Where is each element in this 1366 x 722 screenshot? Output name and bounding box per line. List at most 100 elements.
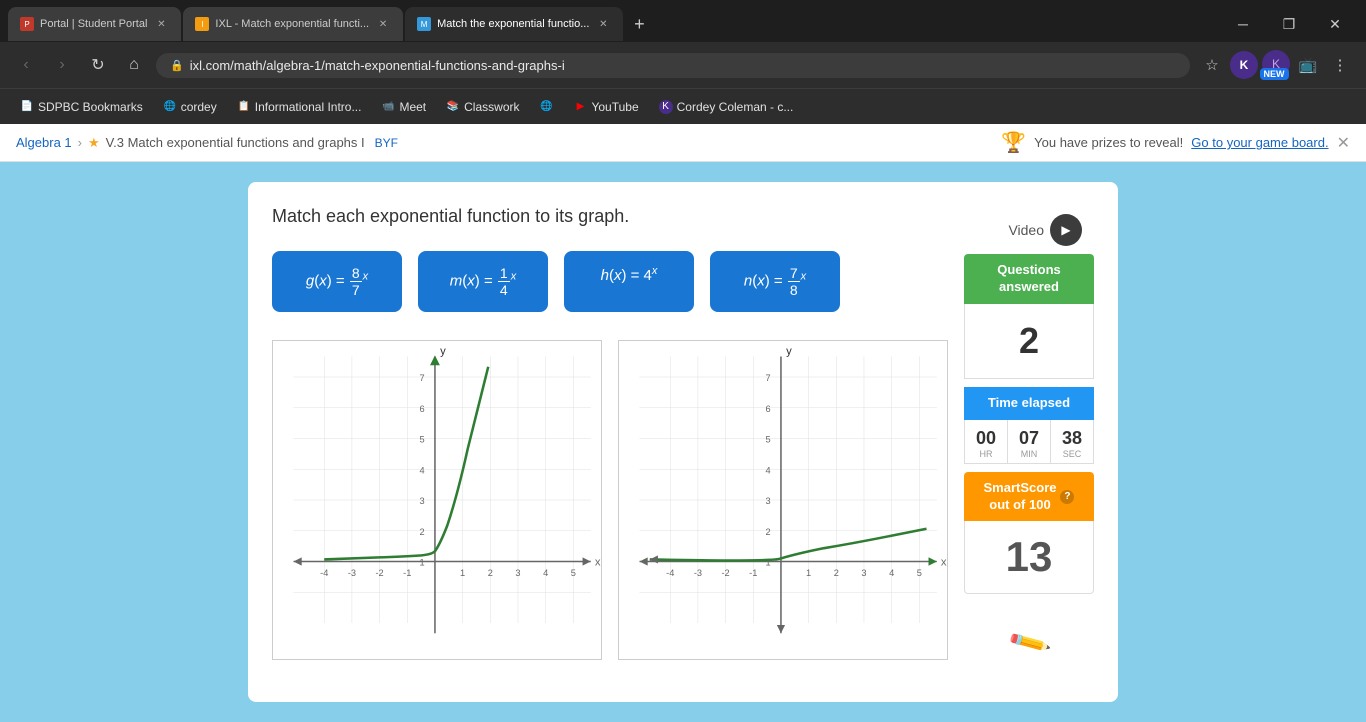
bookmark-star[interactable]: ☆ (1198, 51, 1226, 79)
prize-notice: 🏆 You have prizes to reveal! Go to your … (1001, 130, 1350, 155)
prize-close-button[interactable]: ✕ (1337, 133, 1350, 153)
smart-score-box: SmartScore out of 100 ? (964, 472, 1094, 522)
bookmark-globe[interactable]: 🌐 (531, 97, 561, 117)
forward-button[interactable]: › (48, 51, 76, 79)
function-card-n[interactable]: n(x) = 78x (710, 251, 840, 312)
svg-text:7: 7 (766, 373, 771, 383)
browser-chrome: P Portal | Student Portal ✕ I IXL - Matc… (0, 0, 1366, 124)
refresh-button[interactable]: ↻ (84, 51, 112, 79)
smart-score-label: SmartScore out of 100 (984, 480, 1057, 514)
window-controls: ─ ❐ ✕ (1220, 7, 1358, 41)
new-tab-button[interactable]: + (625, 10, 653, 38)
tab-portal[interactable]: P Portal | Student Portal ✕ (8, 7, 181, 41)
bookmark-sdpbc[interactable]: 📄 SDPBC Bookmarks (12, 97, 151, 117)
function-card-m[interactable]: m(x) = 14x (418, 251, 548, 312)
svg-text:-2: -2 (721, 568, 729, 578)
svg-text:2: 2 (488, 568, 493, 578)
tab-match-active[interactable]: M Match the exponential functio... ✕ (405, 7, 623, 41)
svg-text:3: 3 (861, 568, 866, 578)
home-button[interactable]: ⌂ (120, 51, 148, 79)
svg-text:2: 2 (834, 568, 839, 578)
left-content: Match each exponential function to its g… (272, 206, 948, 660)
svg-text:6: 6 (766, 404, 771, 414)
time-sec-val: 38 (1051, 428, 1093, 449)
graph-1-svg: x y 1 2 3 4 5 6 7 -1 -2 (273, 341, 601, 659)
notification-bar: Algebra 1 › ★ V.3 Match exponential func… (0, 124, 1366, 162)
byf-label: BYF (375, 136, 398, 150)
graph-1[interactable]: x y 1 2 3 4 5 6 7 -1 -2 (272, 340, 602, 660)
bookmark-cordey-icon: 🌐 (163, 100, 177, 114)
time-min-label: MIN (1008, 449, 1050, 459)
tab-close-active[interactable]: ✕ (595, 16, 611, 32)
bookmark-youtube[interactable]: ▶ YouTube (565, 97, 646, 117)
bookmark-classwork[interactable]: 📚 Classwork (438, 97, 527, 117)
bookmark-youtube-label: YouTube (591, 100, 638, 114)
breadcrumb-lesson: V.3 Match exponential functions and grap… (106, 135, 365, 150)
tab-close-ixl[interactable]: ✕ (375, 16, 391, 32)
bookmark-cordey-label: cordey (181, 100, 217, 114)
pencil-area: ✏️ (964, 610, 1094, 659)
bookmarks-bar: 📄 SDPBC Bookmarks 🌐 cordey 📋 Information… (0, 88, 1366, 124)
time-hr-label: HR (965, 449, 1007, 459)
video-button[interactable]: Video ▶ (964, 206, 1094, 254)
url-bar[interactable]: 🔒 ixl.com/math/algebra-1/match-exponenti… (156, 53, 1190, 78)
graph-2[interactable]: x y 1 2 3 4 5 6 7 -1 -2 (618, 340, 948, 660)
breadcrumb-algebra-link[interactable]: Algebra 1 (16, 135, 72, 150)
tab-favicon-portal: P (20, 17, 34, 31)
tab-title-active: Match the exponential functio... (437, 18, 589, 30)
time-min-val: 07 (1008, 428, 1050, 449)
smart-score-value: 13 (964, 521, 1094, 594)
prize-link[interactable]: Go to your game board. (1191, 135, 1328, 150)
function-math-g: g(x) = 87x (306, 265, 368, 298)
maximize-button[interactable]: ❐ (1266, 7, 1312, 41)
svg-text:4: 4 (766, 465, 771, 475)
bookmark-cordey[interactable]: 🌐 cordey (155, 97, 225, 117)
prize-text: You have prizes to reveal! (1034, 135, 1183, 150)
breadcrumb: Algebra 1 › ★ V.3 Match exponential func… (16, 135, 398, 151)
svg-text:-1: -1 (403, 568, 411, 578)
bookmark-info-label: Informational Intro... (255, 100, 362, 114)
time-display: 00 HR 07 MIN 38 SEC (964, 420, 1094, 464)
minimize-button[interactable]: ─ (1220, 7, 1266, 41)
svg-text:3: 3 (515, 568, 520, 578)
profile-button[interactable]: K (1230, 51, 1258, 79)
time-minutes: 07 MIN (1008, 420, 1051, 463)
svg-text:3: 3 (766, 496, 771, 506)
bookmark-meet[interactable]: 📹 Meet (373, 97, 434, 117)
time-hr-val: 00 (965, 428, 1007, 449)
right-panel: Video ▶ Questions answered 2 Time elapse… (964, 206, 1094, 659)
bookmark-informational[interactable]: 📋 Informational Intro... (229, 97, 370, 117)
main-content-row: Match each exponential function to its g… (272, 206, 1094, 660)
pencil-icon[interactable]: ✏️ (1006, 620, 1053, 666)
close-window-button[interactable]: ✕ (1312, 7, 1358, 41)
question-text: Match each exponential function to its g… (272, 206, 948, 227)
svg-text:-3: -3 (348, 568, 356, 578)
bookmark-cordey-k-icon: K (659, 100, 673, 114)
svg-text:4: 4 (543, 568, 548, 578)
trophy-icon: 🏆 (1001, 130, 1026, 155)
svg-text:5: 5 (571, 568, 576, 578)
function-card-g[interactable]: g(x) = 87x (272, 251, 402, 312)
svg-text:7: 7 (420, 373, 425, 383)
graphs-row: x y 1 2 3 4 5 6 7 -1 -2 (272, 340, 948, 660)
svg-text:1: 1 (806, 568, 811, 578)
main-area: Match each exponential function to its g… (0, 162, 1366, 722)
time-elapsed-label: Time elapsed (988, 395, 1070, 410)
menu-button[interactable]: ⋮ (1326, 51, 1354, 79)
smart-score-help-button[interactable]: ? (1060, 490, 1074, 504)
function-card-h[interactable]: h(x) = 4x (564, 251, 694, 312)
svg-text:2: 2 (420, 527, 425, 537)
cast-button[interactable]: 📺 (1294, 51, 1322, 79)
tab-close-portal[interactable]: ✕ (153, 16, 169, 32)
tab-title-ixl: IXL - Match exponential functi... (215, 18, 369, 30)
bookmark-cordey-coleman[interactable]: K Cordey Coleman - c... (651, 97, 802, 117)
svg-text:x: x (595, 557, 601, 569)
tab-ixl[interactable]: I IXL - Match exponential functi... ✕ (183, 7, 403, 41)
function-math-n: n(x) = 78x (744, 265, 806, 298)
breadcrumb-star-icon[interactable]: ★ (88, 135, 100, 151)
bookmark-globe-icon: 🌐 (539, 100, 553, 114)
frac-g: 87 (350, 265, 362, 298)
questions-answered-label: Questions answered (997, 262, 1061, 294)
svg-text:4: 4 (889, 568, 894, 578)
back-button[interactable]: ‹ (12, 51, 40, 79)
